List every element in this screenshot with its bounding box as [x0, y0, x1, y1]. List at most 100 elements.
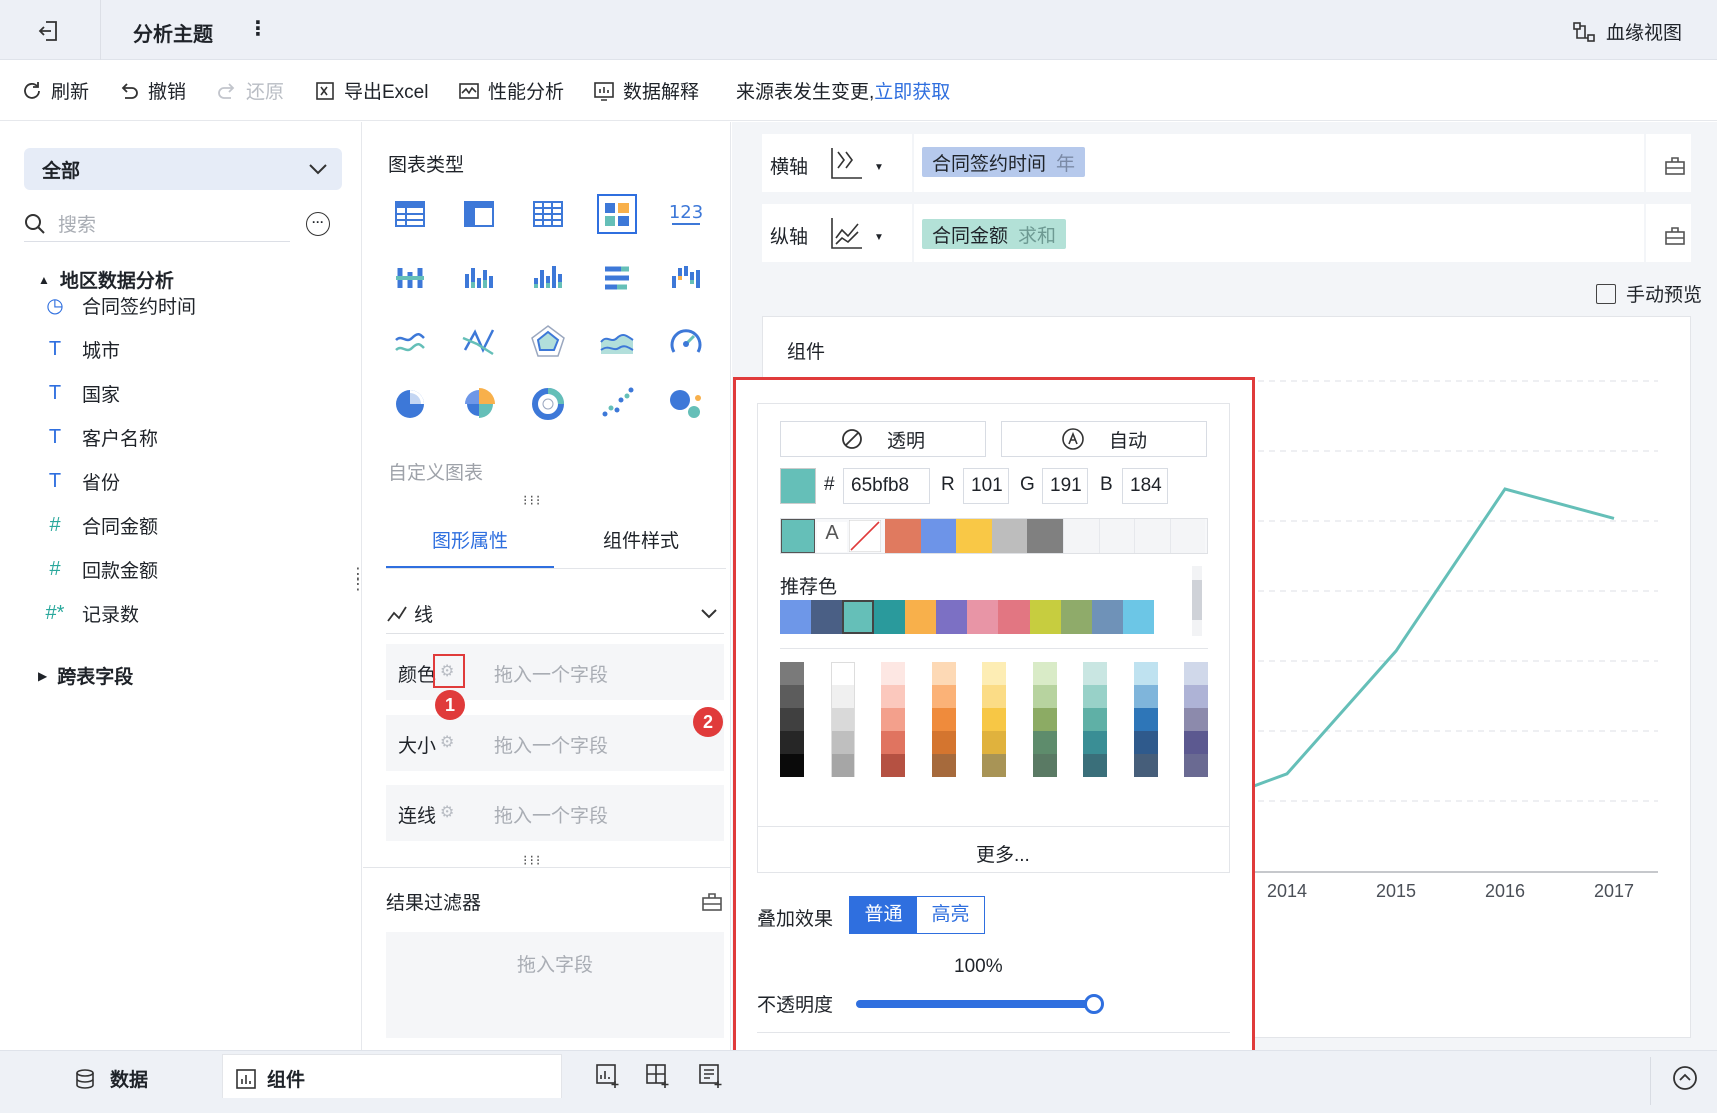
palette-color-swatch[interactable]: [881, 754, 905, 777]
palette-color-swatch[interactable]: [780, 708, 804, 731]
radar-line-icon[interactable]: [459, 322, 499, 362]
empty-color-slot[interactable]: [1098, 519, 1135, 553]
filter-settings-icon[interactable]: [701, 890, 723, 912]
y-axis-field-pill[interactable]: 合同金额 求和: [922, 219, 1067, 249]
scope-select[interactable]: 全部: [24, 148, 342, 190]
recommend-color-swatch[interactable]: [967, 600, 999, 634]
add-dashboard-icon[interactable]: [645, 1063, 671, 1089]
palette-color-swatch[interactable]: [830, 662, 855, 685]
pie-chart-icon[interactable]: [390, 384, 430, 424]
field-item[interactable]: # 回款金额: [44, 554, 158, 584]
current-color-swatch[interactable]: [780, 468, 816, 504]
opacity-slider[interactable]: [856, 994, 1104, 1014]
x-axis-field-pill[interactable]: 合同签约时间 年: [922, 147, 1086, 177]
data-explain-button[interactable]: 数据解释: [593, 77, 699, 104]
palette-color-swatch[interactable]: [931, 708, 956, 731]
kpi-card-icon[interactable]: [597, 194, 637, 234]
palette-color-swatch[interactable]: [1184, 662, 1208, 685]
recommend-color-swatch[interactable]: [780, 600, 812, 634]
palette-color-swatch[interactable]: [1184, 685, 1208, 708]
recommend-color-swatch[interactable]: [873, 600, 905, 634]
palette-color-swatch[interactable]: [830, 685, 855, 708]
palette-color-swatch[interactable]: [982, 662, 1006, 685]
palette-color-swatch[interactable]: [982, 731, 1006, 754]
palette-color-swatch[interactable]: [931, 754, 956, 777]
cross-table-group-header[interactable]: ▶ 跨表字段: [38, 662, 133, 689]
rose-chart-icon[interactable]: [459, 384, 499, 424]
palette-color-swatch[interactable]: [1032, 662, 1057, 685]
palette-color-swatch[interactable]: [1083, 731, 1107, 754]
tab-shape-properties[interactable]: 图形属性: [432, 526, 508, 553]
empty-color-slot[interactable]: [1063, 519, 1099, 553]
field-item[interactable]: # 合同金额: [44, 510, 158, 540]
palette-color-swatch[interactable]: [982, 685, 1006, 708]
palette-color-swatch[interactable]: [830, 754, 855, 777]
scatter-chart-icon[interactable]: [597, 384, 637, 424]
bubble-chart-icon[interactable]: [666, 384, 706, 424]
palette-color-swatch[interactable]: [881, 662, 905, 685]
field-drop-zone[interactable]: 拖入一个字段: [494, 660, 608, 687]
palette-color-swatch[interactable]: [1032, 754, 1057, 777]
palette-color-swatch[interactable]: [1184, 731, 1208, 754]
blend-highlight-button[interactable]: 高亮: [917, 897, 984, 933]
palette-color-swatch[interactable]: [881, 685, 905, 708]
manual-preview-checkbox[interactable]: 手动预览: [1596, 280, 1702, 307]
b-input[interactable]: 184: [1122, 468, 1168, 504]
palette-color-swatch[interactable]: [982, 754, 1006, 777]
field-item[interactable]: ◷ 合同签约时间: [44, 290, 196, 320]
recommend-color-swatch[interactable]: [1029, 600, 1061, 634]
custom-chart-link[interactable]: 自定义图表: [388, 458, 483, 485]
palette-color-swatch[interactable]: [931, 685, 956, 708]
performance-analysis-button[interactable]: 性能分析: [458, 77, 564, 104]
palette-color-swatch[interactable]: [881, 708, 905, 731]
palette-color-swatch[interactable]: [1032, 731, 1057, 754]
palette-color-swatch[interactable]: [1032, 685, 1057, 708]
palette-color-swatch[interactable]: [830, 708, 855, 731]
add-component-icon[interactable]: [595, 1063, 621, 1089]
recent-current-swatch[interactable]: [781, 519, 815, 553]
field-item[interactable]: T 省份: [44, 466, 120, 496]
hex-input[interactable]: 65bfb8: [843, 468, 930, 504]
exit-icon[interactable]: [36, 18, 62, 44]
palette-color-swatch[interactable]: [1083, 685, 1107, 708]
column-chart-icon[interactable]: [528, 258, 568, 298]
palette-color-swatch[interactable]: [1184, 754, 1208, 777]
data-tab[interactable]: 数据: [74, 1065, 148, 1092]
palette-color-swatch[interactable]: [780, 731, 804, 754]
palette-color-swatch[interactable]: [881, 731, 905, 754]
recent-color-swatch[interactable]: [956, 519, 992, 553]
recommend-color-swatch[interactable]: [842, 600, 874, 634]
palette-color-swatch[interactable]: [1133, 731, 1158, 754]
fetch-now-link[interactable]: 立即获取: [874, 77, 950, 104]
number-card-icon[interactable]: 123: [666, 194, 706, 234]
x-axis-settings-icon[interactable]: [1664, 154, 1686, 176]
r-input[interactable]: 101: [963, 468, 1009, 504]
more-colors-link[interactable]: 更多...: [976, 840, 1030, 867]
field-item[interactable]: T 城市: [44, 334, 120, 364]
palette-color-swatch[interactable]: [1133, 685, 1158, 708]
line-chart-icon[interactable]: [390, 322, 430, 362]
recommend-color-swatch[interactable]: [904, 600, 936, 634]
palette-color-swatch[interactable]: [1032, 708, 1057, 731]
recent-color-swatch[interactable]: [885, 519, 921, 553]
cross-table-icon[interactable]: [459, 194, 499, 234]
x-axis-type-icon[interactable]: [828, 146, 864, 182]
more-menu-icon[interactable]: ⋮: [248, 16, 268, 41]
waterfall-icon[interactable]: [666, 258, 706, 298]
auto-color-button[interactable]: 自动: [1001, 421, 1207, 457]
refresh-button[interactable]: 刷新: [21, 77, 89, 104]
palette-color-swatch[interactable]: [780, 662, 804, 685]
radar-chart-icon[interactable]: [528, 322, 568, 362]
transparent-button[interactable]: 透明: [780, 421, 986, 457]
panel-splitter[interactable]: ⁝⁝⁝: [523, 492, 542, 509]
palette-color-swatch[interactable]: [1083, 754, 1107, 777]
filter-drop-zone[interactable]: 拖入字段: [386, 932, 724, 1038]
y-axis-settings-icon[interactable]: [1664, 224, 1686, 246]
palette-color-swatch[interactable]: [1133, 754, 1158, 777]
y-axis-type-icon[interactable]: [828, 216, 864, 252]
g-input[interactable]: 191: [1042, 468, 1088, 504]
gear-icon[interactable]: ⚙: [440, 802, 454, 822]
palette-color-swatch[interactable]: [830, 731, 855, 754]
recent-color-swatch[interactable]: [920, 519, 957, 553]
recent-color-swatch[interactable]: [991, 519, 1028, 553]
